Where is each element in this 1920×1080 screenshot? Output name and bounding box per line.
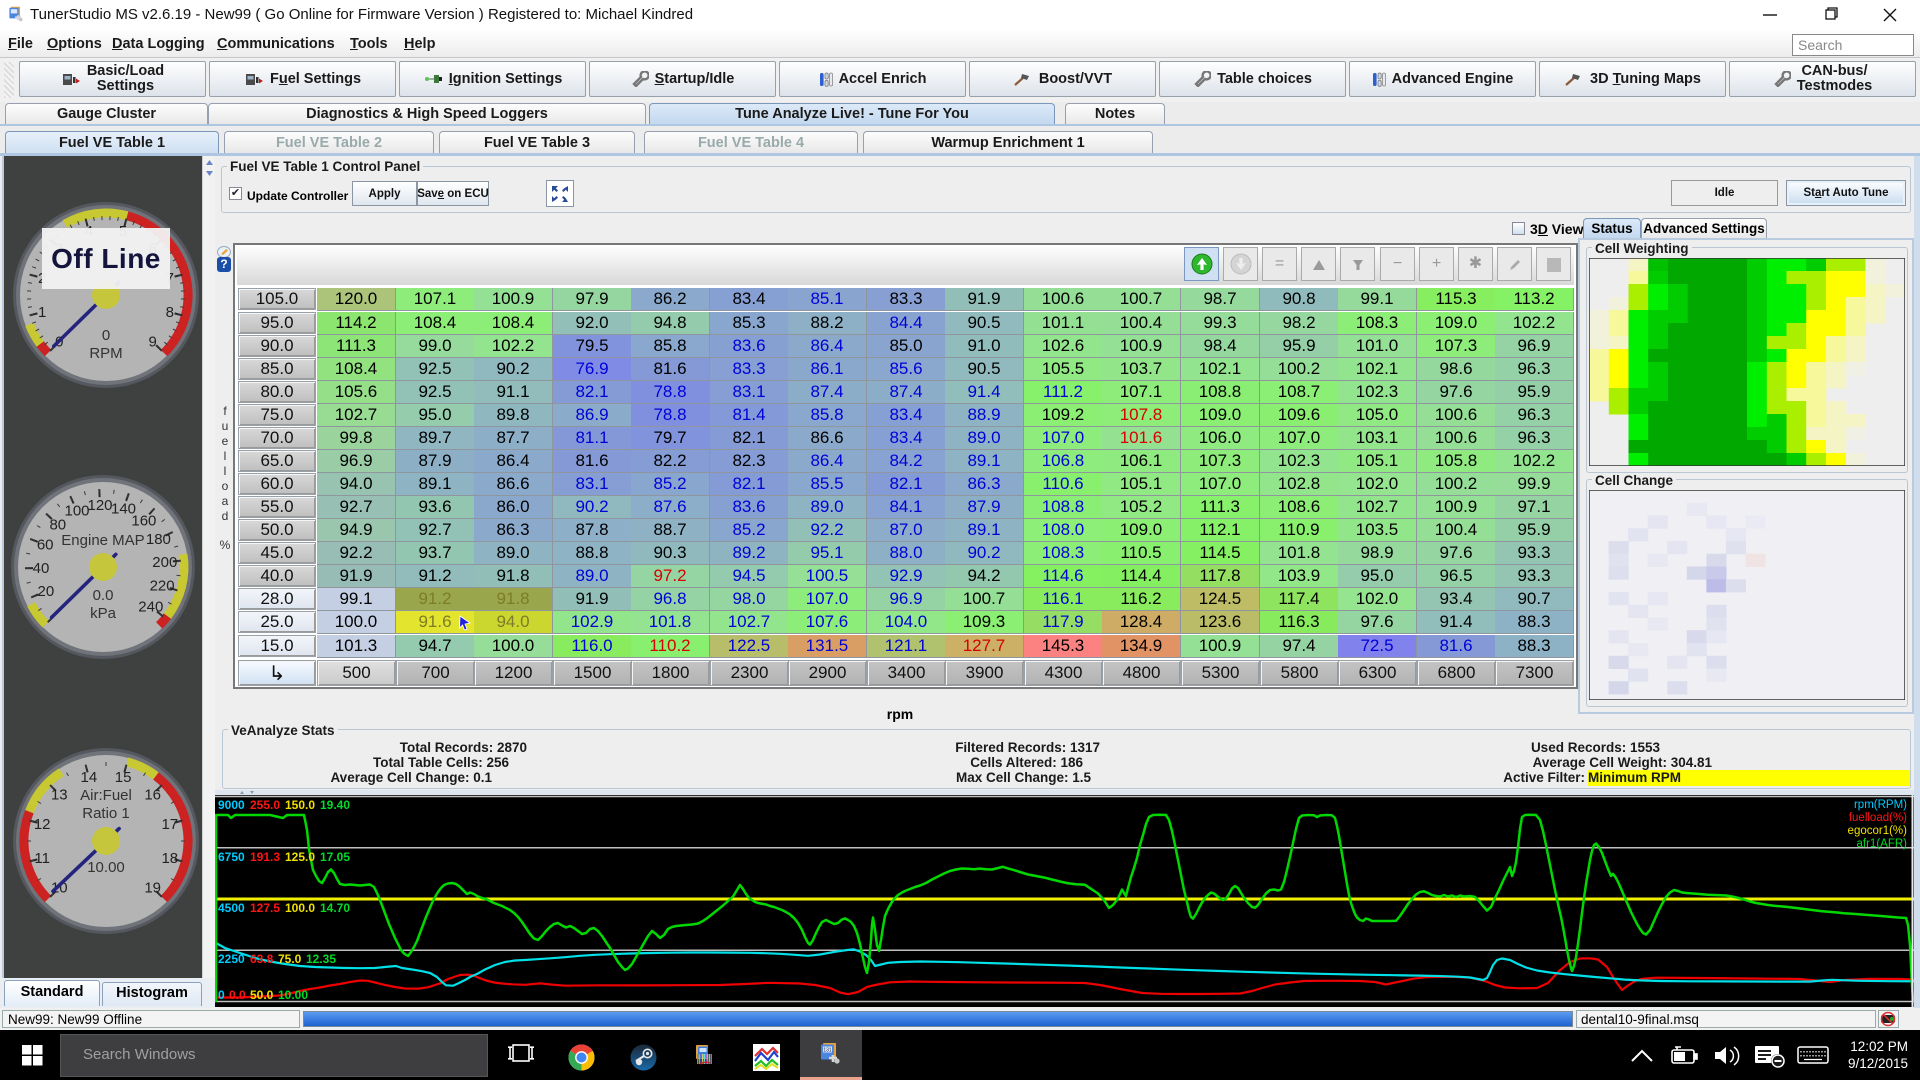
svg-text:131: 131 bbox=[823, 1048, 832, 1054]
svg-text:14.70: 14.70 bbox=[320, 901, 350, 915]
svg-text:0: 0 bbox=[218, 988, 225, 1002]
svg-text:17.05: 17.05 bbox=[320, 850, 350, 864]
svg-text:kPa: kPa bbox=[90, 605, 117, 622]
svg-text:RPM: RPM bbox=[89, 345, 122, 362]
svg-text:75.0: 75.0 bbox=[278, 952, 302, 966]
svg-text:Air:Fuel: Air:Fuel bbox=[80, 787, 132, 804]
svg-text:19.40: 19.40 bbox=[320, 798, 350, 812]
svg-text:10: 10 bbox=[51, 880, 68, 897]
svg-text:160: 160 bbox=[131, 512, 156, 529]
svg-text:40: 40 bbox=[33, 560, 50, 577]
svg-text:17: 17 bbox=[161, 816, 178, 833]
svg-text:18: 18 bbox=[161, 850, 178, 867]
svg-text:240: 240 bbox=[138, 598, 163, 615]
svg-text:12.35: 12.35 bbox=[306, 952, 336, 966]
svg-text:50.0: 50.0 bbox=[250, 988, 274, 1002]
svg-text:Engine MAP: Engine MAP bbox=[61, 532, 144, 549]
svg-text:127.5: 127.5 bbox=[250, 901, 280, 915]
svg-text:0.0: 0.0 bbox=[229, 988, 246, 1002]
svg-text:13: 13 bbox=[51, 786, 68, 803]
svg-text:0.0: 0.0 bbox=[93, 587, 114, 604]
svg-text:12: 12 bbox=[34, 816, 51, 833]
svg-text:120: 120 bbox=[87, 497, 112, 514]
svg-text:6750: 6750 bbox=[218, 850, 245, 864]
svg-text:125.0: 125.0 bbox=[285, 850, 315, 864]
svg-text:Ratio 1: Ratio 1 bbox=[82, 805, 130, 822]
svg-text:fuelload(%): fuelload(%) bbox=[1849, 812, 1907, 824]
svg-text:4500: 4500 bbox=[218, 901, 245, 915]
svg-text:191.3: 191.3 bbox=[250, 850, 280, 864]
svg-text:200: 200 bbox=[152, 554, 177, 571]
svg-text:255.0: 255.0 bbox=[250, 798, 280, 812]
svg-text:100: 100 bbox=[64, 503, 89, 520]
svg-text:egocor1(%): egocor1(%) bbox=[1848, 825, 1908, 837]
svg-text:16: 16 bbox=[144, 786, 161, 803]
svg-text:0: 0 bbox=[102, 327, 110, 344]
svg-text:180: 180 bbox=[146, 531, 171, 548]
svg-text:2250: 2250 bbox=[218, 952, 245, 966]
svg-text:20: 20 bbox=[38, 583, 55, 600]
svg-text:1: 1 bbox=[38, 304, 46, 321]
svg-text:150.0: 150.0 bbox=[285, 798, 315, 812]
svg-text:9000: 9000 bbox=[218, 798, 245, 812]
svg-text:11: 11 bbox=[34, 850, 50, 867]
svg-text:rpm(RPM): rpm(RPM) bbox=[1854, 799, 1907, 811]
svg-text:63.8: 63.8 bbox=[250, 952, 274, 966]
svg-text:10.00: 10.00 bbox=[87, 859, 125, 876]
svg-text:19: 19 bbox=[144, 880, 161, 897]
svg-text:9: 9 bbox=[149, 334, 157, 351]
svg-text:60: 60 bbox=[37, 537, 54, 554]
svg-text:afr1(AFR): afr1(AFR) bbox=[1857, 838, 1908, 850]
svg-text:8: 8 bbox=[166, 304, 174, 321]
svg-text:220: 220 bbox=[150, 578, 175, 595]
svg-text:10.00: 10.00 bbox=[278, 988, 308, 1002]
svg-text:100.0: 100.0 bbox=[285, 901, 315, 915]
